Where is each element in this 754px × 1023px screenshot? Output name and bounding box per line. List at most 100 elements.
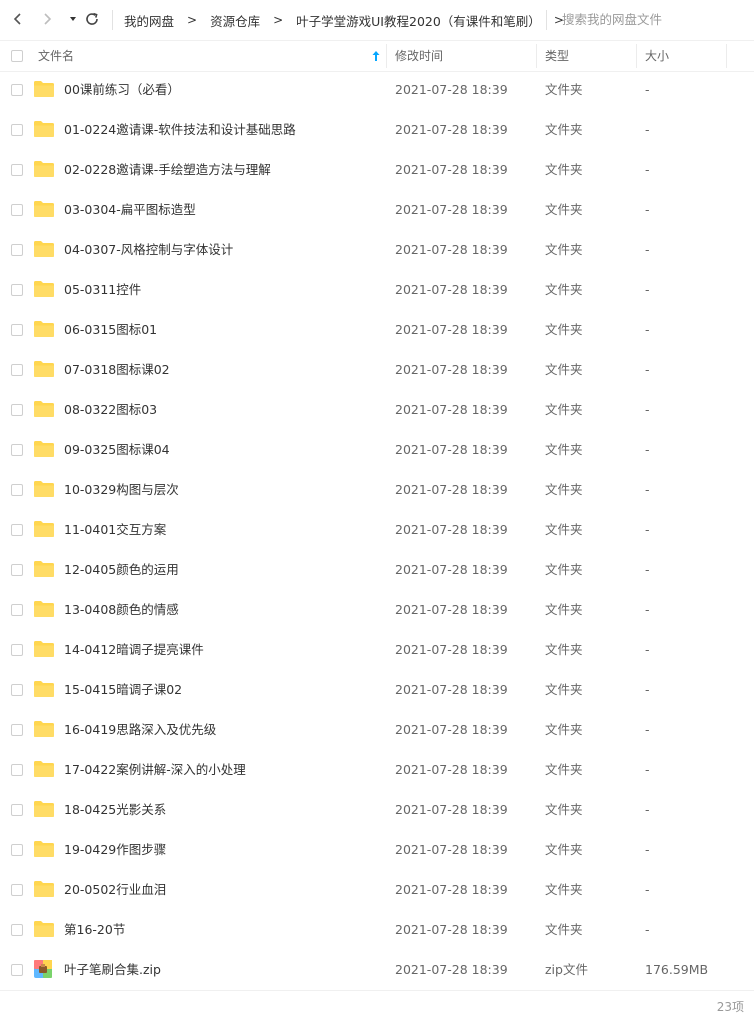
file-row[interactable]: 03-0304-扁平图标造型 2021-07-28 18:39 文件夹 - (0, 190, 754, 230)
column-divider[interactable] (636, 44, 637, 68)
row-checkbox[interactable] (11, 684, 23, 696)
file-name[interactable]: 13-0408颜色的情感 (64, 590, 179, 630)
breadcrumb-item-current-folder[interactable]: 叶子学堂游戏UI教程2020（有课件和笔刷） (296, 11, 541, 30)
row-checkbox[interactable] (11, 204, 23, 216)
column-divider[interactable] (726, 44, 727, 68)
column-modified-header[interactable]: 修改时间 (395, 41, 443, 71)
file-name[interactable]: 08-0322图标03 (64, 390, 157, 430)
row-checkbox[interactable] (11, 604, 23, 616)
file-name[interactable]: 18-0425光影关系 (64, 790, 166, 830)
file-size: - (645, 362, 650, 377)
row-checkbox[interactable] (11, 804, 23, 816)
breadcrumb: 我的网盘 > 资源仓库 > 叶子学堂游戏UI教程2020（有课件和笔刷） > (124, 0, 577, 40)
row-checkbox[interactable] (11, 364, 23, 376)
row-checkbox[interactable] (11, 124, 23, 136)
row-checkbox[interactable] (11, 964, 23, 976)
row-checkbox[interactable] (11, 724, 23, 736)
folder-icon (33, 760, 55, 778)
file-name[interactable]: 01-0224邀请课-软件技法和设计基础思路 (64, 110, 296, 150)
file-row[interactable]: 12-0405颜色的运用 2021-07-28 18:39 文件夹 - (0, 550, 754, 590)
file-name[interactable]: 17-0422案例讲解-深入的小处理 (64, 750, 246, 790)
file-name[interactable]: 07-0318图标课02 (64, 350, 170, 390)
file-row[interactable]: 14-0412暗调子提亮课件 2021-07-28 18:39 文件夹 - (0, 630, 754, 670)
row-checkbox[interactable] (11, 884, 23, 896)
file-name[interactable]: 11-0401交互方案 (64, 510, 166, 550)
forward-button[interactable] (36, 8, 58, 30)
file-row[interactable]: 20-0502行业血泪 2021-07-28 18:39 文件夹 - (0, 870, 754, 910)
row-checkbox[interactable] (11, 524, 23, 536)
file-name[interactable]: 12-0405颜色的运用 (64, 550, 179, 590)
file-name[interactable]: 15-0415暗调子课02 (64, 670, 182, 710)
file-row[interactable]: 09-0325图标课04 2021-07-28 18:39 文件夹 - (0, 430, 754, 470)
search-input[interactable] (562, 9, 742, 31)
row-checkbox[interactable] (11, 404, 23, 416)
row-checkbox[interactable] (11, 444, 23, 456)
file-row[interactable]: 04-0307-风格控制与字体设计 2021-07-28 18:39 文件夹 - (0, 230, 754, 270)
file-row[interactable]: 01-0224邀请课-软件技法和设计基础思路 2021-07-28 18:39 文件… (0, 110, 754, 150)
file-row[interactable]: 15-0415暗调子课02 2021-07-28 18:39 文件夹 - (0, 670, 754, 710)
file-type: 文件夹 (545, 642, 583, 657)
file-name[interactable]: 05-0311控件 (64, 270, 141, 310)
file-name[interactable]: 10-0329构图与层次 (64, 470, 179, 510)
file-modified-time: 2021-07-28 18:39 (395, 482, 508, 497)
row-checkbox[interactable] (11, 324, 23, 336)
file-row[interactable]: 10-0329构图与层次 2021-07-28 18:39 文件夹 - (0, 470, 754, 510)
file-type: 文件夹 (545, 282, 583, 297)
file-row[interactable]: 05-0311控件 2021-07-28 18:39 文件夹 - (0, 270, 754, 310)
row-checkbox[interactable] (11, 244, 23, 256)
file-name[interactable]: 06-0315图标01 (64, 310, 157, 350)
file-row[interactable]: 07-0318图标课02 2021-07-28 18:39 文件夹 - (0, 350, 754, 390)
file-size: - (645, 802, 650, 817)
file-type: 文件夹 (545, 842, 583, 857)
column-size-header[interactable]: 大小 (645, 41, 669, 71)
folder-icon (33, 400, 55, 418)
file-name[interactable]: 16-0419思路深入及优先级 (64, 710, 216, 750)
column-divider[interactable] (386, 44, 387, 68)
refresh-button[interactable] (81, 8, 103, 30)
breadcrumb-item-resources[interactable]: 资源仓库 (210, 11, 260, 30)
file-row[interactable]: 17-0422案例讲解-深入的小处理 2021-07-28 18:39 文件夹 - (0, 750, 754, 790)
back-button[interactable] (7, 8, 29, 30)
file-row[interactable]: 02-0228邀请课-手绘塑造方法与理解 2021-07-28 18:39 文件夹 - (0, 150, 754, 190)
file-name[interactable]: 03-0304-扁平图标造型 (64, 190, 196, 230)
zip-archive-icon (33, 959, 55, 978)
select-all-checkbox[interactable] (11, 50, 23, 62)
file-row[interactable]: 00课前练习（必看） 2021-07-28 18:39 文件夹 - (0, 70, 754, 110)
folder-icon (33, 80, 55, 98)
chevron-right-icon (44, 13, 52, 25)
sort-ascending-arrow-icon[interactable] (371, 50, 381, 62)
file-row[interactable]: 13-0408颜色的情感 2021-07-28 18:39 文件夹 - (0, 590, 754, 630)
row-checkbox[interactable] (11, 84, 23, 96)
file-name[interactable]: 09-0325图标课04 (64, 430, 170, 470)
file-name[interactable]: 第16-20节 (64, 910, 125, 950)
file-row[interactable]: 06-0315图标01 2021-07-28 18:39 文件夹 - (0, 310, 754, 350)
file-name[interactable]: 04-0307-风格控制与字体设计 (64, 230, 233, 270)
row-checkbox[interactable] (11, 924, 23, 936)
file-row[interactable]: 叶子笔刷合集.zip 2021-07-28 18:39 zip文件 176.59MB (0, 950, 754, 990)
row-checkbox[interactable] (11, 644, 23, 656)
file-name[interactable]: 00课前练习（必看） (64, 70, 180, 110)
file-row[interactable]: 第16-20节 2021-07-28 18:39 文件夹 - (0, 910, 754, 950)
breadcrumb-item-my-drive[interactable]: 我的网盘 (124, 11, 174, 30)
file-name[interactable]: 叶子笔刷合集.zip (64, 950, 161, 990)
column-name-header[interactable]: 文件名 (38, 41, 74, 71)
file-modified-time: 2021-07-28 18:39 (395, 922, 508, 937)
file-row[interactable]: 11-0401交互方案 2021-07-28 18:39 文件夹 - (0, 510, 754, 550)
row-checkbox[interactable] (11, 284, 23, 296)
row-checkbox[interactable] (11, 484, 23, 496)
column-type-header[interactable]: 类型 (545, 41, 569, 71)
file-name[interactable]: 14-0412暗调子提亮课件 (64, 630, 204, 670)
file-row[interactable]: 19-0429作图步骤 2021-07-28 18:39 文件夹 - (0, 830, 754, 870)
file-name[interactable]: 20-0502行业血泪 (64, 870, 166, 910)
file-row[interactable]: 16-0419思路深入及优先级 2021-07-28 18:39 文件夹 - (0, 710, 754, 750)
file-row[interactable]: 18-0425光影关系 2021-07-28 18:39 文件夹 - (0, 790, 754, 830)
row-checkbox[interactable] (11, 764, 23, 776)
row-checkbox[interactable] (11, 844, 23, 856)
file-size: - (645, 202, 650, 217)
row-checkbox[interactable] (11, 564, 23, 576)
column-divider[interactable] (536, 44, 537, 68)
file-name[interactable]: 02-0228邀请课-手绘塑造方法与理解 (64, 150, 271, 190)
row-checkbox[interactable] (11, 164, 23, 176)
file-row[interactable]: 08-0322图标03 2021-07-28 18:39 文件夹 - (0, 390, 754, 430)
file-name[interactable]: 19-0429作图步骤 (64, 830, 166, 870)
